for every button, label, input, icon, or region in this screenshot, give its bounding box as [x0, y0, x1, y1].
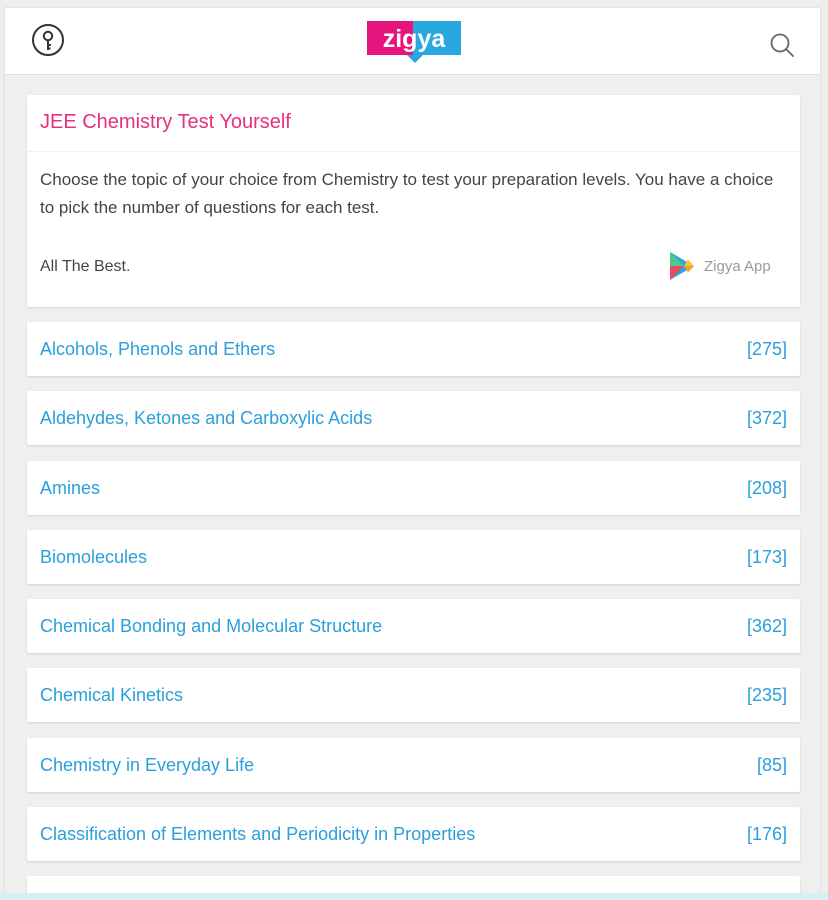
- topic-count: [362]: [746, 616, 787, 636]
- zigya-app-label: Zigya App: [704, 257, 771, 275]
- topic-name: Aldehydes, Ketones and Carboxylic Acids: [40, 408, 373, 428]
- topic-name: Biomolecules: [40, 547, 148, 567]
- topic-name: Chemical Bonding and Molecular Structure: [40, 616, 383, 636]
- divider: [27, 151, 800, 152]
- topic-name: Classification of Elements and Periodici…: [40, 824, 476, 844]
- topic-name: Chemical Kinetics: [40, 685, 184, 705]
- topic-count: [176]: [746, 824, 787, 844]
- page-frame: zigya JEE Chemistry Test Yourself Choose…: [5, 8, 820, 900]
- topic-name: Alcohols, Phenols and Ethers: [40, 339, 276, 359]
- topic-count: [235]: [746, 685, 787, 705]
- topic-count: [275]: [746, 339, 787, 359]
- search-icon[interactable]: [768, 31, 796, 59]
- bottom-strip: [0, 893, 828, 900]
- topic-chemical-bonding[interactable]: Chemical Bonding and Molecular Structure…: [27, 599, 800, 653]
- topic-amines[interactable]: Amines [208]: [27, 461, 800, 515]
- key-icon[interactable]: [31, 23, 65, 57]
- topic-chemical-kinetics[interactable]: Chemical Kinetics [235]: [27, 668, 800, 722]
- intro-closing: All The Best.: [40, 258, 131, 275]
- topic-name: Chemistry in Everyday Life: [40, 755, 255, 775]
- top-bar: zigya: [5, 8, 820, 75]
- play-store-icon: [670, 252, 694, 280]
- intro-card: JEE Chemistry Test Yourself Choose the t…: [27, 95, 800, 307]
- zigya-app-link[interactable]: Zigya App: [668, 250, 788, 282]
- logo-text: zigya: [383, 25, 447, 53]
- topic-count: [208]: [746, 478, 787, 498]
- topic-alcohols-phenols-ethers[interactable]: Alcohols, Phenols and Ethers [275]: [27, 322, 800, 376]
- topic-biomolecules[interactable]: Biomolecules [173]: [27, 530, 800, 584]
- zigya-logo[interactable]: zigya: [367, 19, 463, 65]
- topic-chemistry-everyday-life[interactable]: Chemistry in Everyday Life [85]: [27, 738, 800, 792]
- intro-description: Choose the topic of your choice from Che…: [40, 170, 774, 217]
- topic-count: [372]: [746, 408, 787, 428]
- topic-count: [173]: [746, 547, 787, 567]
- topic-count: [85]: [756, 755, 787, 775]
- page-title: JEE Chemistry Test Yourself: [40, 111, 291, 133]
- topic-aldehydes-ketones-carboxylic-acids[interactable]: Aldehydes, Ketones and Carboxylic Acids …: [27, 391, 800, 445]
- topic-name: Amines: [40, 478, 101, 498]
- topic-classification-elements-periodicity[interactable]: Classification of Elements and Periodici…: [27, 807, 800, 861]
